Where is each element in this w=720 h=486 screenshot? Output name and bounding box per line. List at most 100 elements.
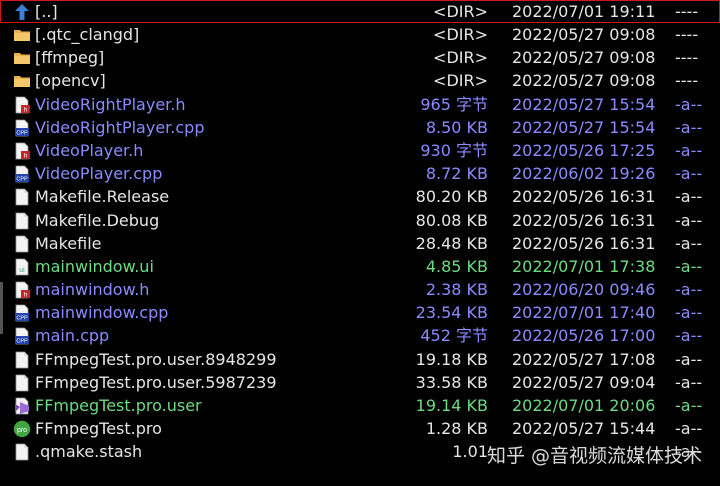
- file-date: 2022/07/01 19:11: [512, 2, 656, 21]
- file-attributes: -a--: [675, 419, 703, 439]
- file-row[interactable]: [opencv] <DIR> 2022/05/27 09:08 ----: [0, 69, 720, 92]
- file-attributes: -a--: [675, 140, 703, 160]
- file-name: [ffmpeg]: [35, 48, 105, 68]
- file-name: [.qtc_clangd]: [35, 25, 140, 44]
- cpp-file-icon: CPP: [13, 304, 31, 322]
- file-date: 2022/05/26 16:31: [512, 187, 656, 207]
- file-name: [opencv]: [35, 71, 106, 91]
- svg-text:CPP: CPP: [16, 316, 28, 322]
- vs-file-icon: [13, 397, 31, 415]
- file-date: 2022/05/27 09:08: [512, 48, 656, 68]
- file-row[interactable]: CPP VideoRightPlayer.cpp 8.50 KB 2022/05/27…: [0, 116, 720, 139]
- file-row[interactable]: h VideoPlayer.h 930 字节 2022/05/26 17:25 -a--: [0, 139, 720, 162]
- file-attributes: -a--: [675, 164, 703, 184]
- file-name: FFmpegTest.pro.user.5987239: [35, 372, 277, 392]
- file-name: FFmpegTest.pro: [35, 419, 162, 439]
- file-name: mainwindow.ui: [35, 256, 154, 276]
- cpp-file-icon: CPP: [13, 327, 31, 345]
- file-attributes: -a--: [675, 256, 703, 276]
- file-attributes: ----: [675, 2, 699, 21]
- file-row[interactable]: pro FFmpegTest.pro 1.28 KB 2022/05/27 15:44…: [0, 417, 720, 440]
- file-attributes: -a--: [675, 233, 703, 253]
- file-date: 2022/07/01 17:38: [512, 256, 656, 276]
- file-size: <DIR>: [433, 25, 488, 44]
- svg-text:CPP: CPP: [16, 176, 28, 182]
- file-attributes: -a--: [675, 117, 703, 137]
- file-size: <DIR>: [433, 2, 488, 21]
- file-row[interactable]: Makefile.Debug 80.08 KB 2022/05/26 16:31 -a…: [0, 209, 720, 232]
- file-date: 2022/05/27 17:08: [512, 349, 656, 369]
- file-row[interactable]: CPP main.cpp 452 字节 2022/05/26 17:00 -a--: [0, 324, 720, 347]
- file-name: [..]: [35, 2, 58, 21]
- file-attributes: -a--: [675, 303, 703, 323]
- file-row[interactable]: ui mainwindow.ui 4.85 KB 2022/07/01 17:38 -a…: [0, 255, 720, 278]
- file-name: Makefile.Release: [35, 187, 170, 207]
- file-date: 2022/05/27 09:08: [512, 25, 656, 44]
- file-date: 2022/05/27 09:04: [512, 372, 656, 392]
- scrollbar[interactable]: [0, 282, 3, 334]
- file-row[interactable]: CPP VideoPlayer.cpp 8.72 KB 2022/06/02 19:2…: [0, 162, 720, 185]
- file-attributes: ----: [675, 71, 699, 91]
- file-row[interactable]: Makefile.Release 80.20 KB 2022/05/26 16:31…: [0, 185, 720, 208]
- svg-text:CPP: CPP: [16, 339, 28, 345]
- file-size: 930 字节: [420, 140, 488, 160]
- file-date: 2022/05/27 15:54: [512, 94, 656, 114]
- cpp-file-icon: CPP: [13, 119, 31, 137]
- file-date: 2022/05/27 15:54: [512, 117, 656, 137]
- file-attributes: ----: [675, 25, 699, 44]
- file-size: 8.72 KB: [425, 164, 488, 184]
- file-row[interactable]: CPP mainwindow.cpp 23.54 KB 2022/07/01 17:4…: [0, 301, 720, 324]
- file-attributes: -a--: [675, 94, 703, 114]
- up-arrow-icon: [13, 3, 31, 21]
- file-name: VideoRightPlayer.h: [35, 94, 186, 114]
- file-row[interactable]: [.qtc_clangd] <DIR> 2022/05/27 09:08 ----: [0, 23, 720, 46]
- file-size: 19.18 KB: [415, 349, 488, 369]
- file-row[interactable]: FFmpegTest.pro.user.5987239 33.58 KB 2022/…: [0, 371, 720, 394]
- file-row[interactable]: [..] <DIR> 2022/07/01 19:11 ----: [0, 0, 720, 23]
- ui-file-icon: ui: [13, 258, 31, 276]
- file-row[interactable]: [ffmpeg] <DIR> 2022/05/27 09:08 ----: [0, 46, 720, 69]
- file-size: 80.08 KB: [415, 210, 488, 230]
- file-row[interactable]: FFmpegTest.pro.user.8948299 19.18 KB 2022/…: [0, 348, 720, 371]
- file-date: 2022/06/02 19:26: [512, 164, 656, 184]
- pro-file-icon: pro: [13, 420, 31, 438]
- file-size: 23.54 KB: [415, 303, 488, 323]
- file-size: 19.14 KB: [415, 396, 488, 415]
- file-size: 452 字节: [420, 326, 488, 346]
- file-name: main.cpp: [35, 326, 110, 346]
- document-icon: [13, 188, 31, 206]
- svg-text:h: h: [24, 153, 27, 159]
- file-attributes: -a--: [675, 280, 703, 300]
- file-size: <DIR>: [433, 48, 488, 68]
- file-list: [..] <DIR> 2022/07/01 19:11 ---- [.qtc_clang…: [0, 0, 720, 486]
- file-name: Makefile: [35, 233, 102, 253]
- svg-text:CPP: CPP: [16, 130, 28, 136]
- document-icon: [13, 351, 31, 369]
- file-size: 1.01: [452, 442, 488, 462]
- file-date: 2022/07/01 20:06: [512, 396, 656, 415]
- svg-text:ui: ui: [19, 267, 25, 274]
- file-name: FFmpegTest.pro.user: [35, 396, 202, 415]
- folder-icon: [13, 49, 31, 67]
- file-size: 33.58 KB: [415, 372, 488, 392]
- file-row[interactable]: h VideoRightPlayer.h 965 字节 2022/05/27 15:5…: [0, 93, 720, 116]
- file-name: mainwindow.cpp: [35, 303, 169, 323]
- file-row[interactable]: FFmpegTest.pro.user 19.14 KB 2022/07/01 20…: [0, 394, 720, 417]
- file-attributes: -a--: [675, 326, 703, 346]
- svg-text:pro: pro: [17, 427, 27, 434]
- file-attributes: -a--: [675, 349, 703, 369]
- document-icon: [13, 443, 31, 461]
- header-file-icon: h: [13, 96, 31, 114]
- file-name: FFmpegTest.pro.user.8948299: [35, 349, 277, 369]
- file-date: 2022/05/26 16:31: [512, 233, 656, 253]
- watermark: 知乎 @音视频流媒体技术: [486, 445, 702, 467]
- file-name: .qmake.stash: [35, 442, 143, 462]
- file-size: 28.48 KB: [415, 233, 488, 253]
- file-size: 8.50 KB: [425, 117, 488, 137]
- file-date: 2022/05/26 16:31: [512, 210, 656, 230]
- file-date: 2022/05/26 17:00: [512, 326, 656, 346]
- file-row[interactable]: Makefile 28.48 KB 2022/05/26 16:31 -a--: [0, 232, 720, 255]
- header-file-icon: h: [13, 142, 31, 160]
- folder-icon: [13, 26, 31, 44]
- file-row[interactable]: h mainwindow.h 2.38 KB 2022/06/20 09:46 -a--: [0, 278, 720, 301]
